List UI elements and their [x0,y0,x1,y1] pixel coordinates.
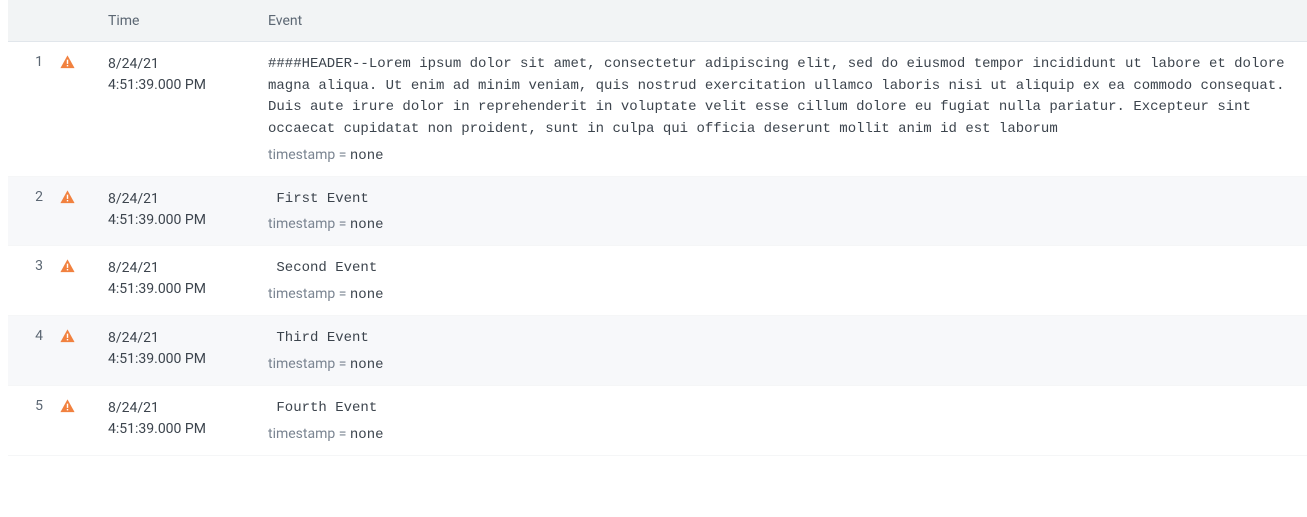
col-header-event[interactable]: Event [268,13,1307,29]
row-date: 8/24/21 [108,398,258,419]
row-time: 8/24/21 4:51:39.000 PM [108,54,268,164]
row-status [53,328,108,373]
row-number: 1 [8,54,53,164]
row-number: 2 [8,189,53,234]
meta-key: timestamp [268,216,335,232]
row-event: Second Event timestamp = none [268,258,1307,303]
row-status [53,398,108,443]
row-time: 8/24/21 4:51:39.000 PM [108,398,268,443]
table-row[interactable]: 5 8/24/21 4:51:39.000 PM Fourth Event ti… [8,386,1307,456]
event-meta: timestamp = none [268,147,1287,164]
event-raw-text: First Event [268,189,1287,211]
meta-key: timestamp [268,356,335,372]
warning-icon [59,258,76,275]
event-meta: timestamp = none [268,286,1287,303]
warning-icon [59,328,76,345]
event-raw-text: ####HEADER--Lorem ipsum dolor sit amet, … [268,54,1287,141]
warning-icon [59,189,76,206]
table-row[interactable]: 3 8/24/21 4:51:39.000 PM Second Event ti… [8,246,1307,316]
event-meta: timestamp = none [268,426,1287,443]
row-number: 3 [8,258,53,303]
row-date: 8/24/21 [108,54,258,75]
event-raw-text: Second Event [268,258,1287,280]
row-status [53,54,108,164]
table-row[interactable]: 4 8/24/21 4:51:39.000 PM Third Event tim… [8,316,1307,386]
row-clock: 4:51:39.000 PM [108,279,258,300]
table-row[interactable]: 2 8/24/21 4:51:39.000 PM First Event tim… [8,177,1307,247]
row-event: Third Event timestamp = none [268,328,1307,373]
meta-value: none [350,427,384,443]
row-clock: 4:51:39.000 PM [108,210,258,231]
warning-icon [59,54,76,71]
meta-key: timestamp [268,426,335,442]
event-meta: timestamp = none [268,216,1287,233]
row-time: 8/24/21 4:51:39.000 PM [108,328,268,373]
row-event: Fourth Event timestamp = none [268,398,1307,443]
meta-value: none [350,148,384,164]
meta-value: none [350,287,384,303]
meta-value: none [350,357,384,373]
event-raw-text: Fourth Event [268,398,1287,420]
row-time: 8/24/21 4:51:39.000 PM [108,258,268,303]
row-number: 4 [8,328,53,373]
row-time: 8/24/21 4:51:39.000 PM [108,189,268,234]
meta-key: timestamp [268,147,335,163]
table-header-row: Time Event [8,0,1307,42]
col-header-time[interactable]: Time [108,13,268,29]
row-date: 8/24/21 [108,258,258,279]
event-meta: timestamp = none [268,356,1287,373]
row-date: 8/24/21 [108,328,258,349]
events-table: Time Event 1 8/24/21 4:51:39.000 PM ####… [0,0,1307,456]
row-clock: 4:51:39.000 PM [108,75,258,96]
row-event: First Event timestamp = none [268,189,1307,234]
meta-key: timestamp [268,286,335,302]
event-raw-text: Third Event [268,328,1287,350]
meta-value: none [350,217,384,233]
row-clock: 4:51:39.000 PM [108,349,258,370]
row-clock: 4:51:39.000 PM [108,419,258,440]
row-number: 5 [8,398,53,443]
row-event: ####HEADER--Lorem ipsum dolor sit amet, … [268,54,1307,164]
warning-icon [59,398,76,415]
row-status [53,189,108,234]
row-date: 8/24/21 [108,189,258,210]
row-status [53,258,108,303]
table-row[interactable]: 1 8/24/21 4:51:39.000 PM ####HEADER--Lor… [8,42,1307,177]
